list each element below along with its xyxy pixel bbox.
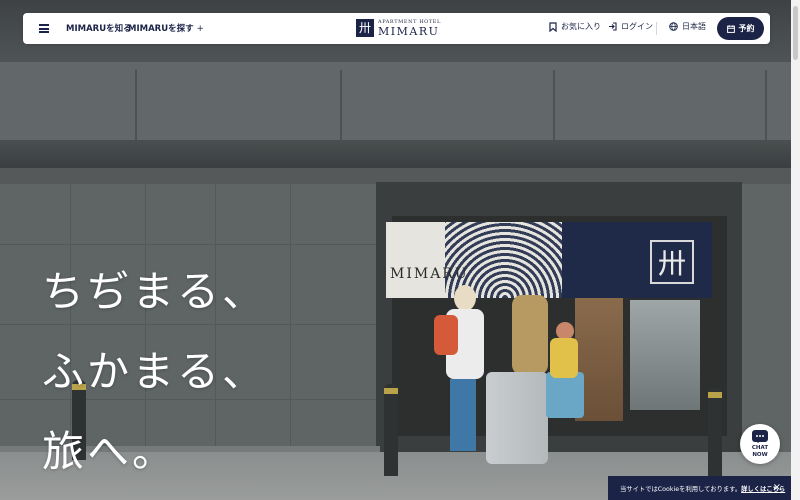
nav-about-mimaru[interactable]: MIMARUを知る bbox=[66, 22, 132, 34]
calendar-icon bbox=[726, 24, 735, 33]
reserve-button[interactable]: 予約 bbox=[717, 17, 764, 40]
noren-brand-text: MIMARU bbox=[390, 266, 469, 282]
login-label: ログイン bbox=[621, 22, 653, 31]
cookie-banner: 当サイトではCookieを利用しております。詳しくはこちら × bbox=[608, 476, 791, 500]
nav-find-mimaru[interactable]: MIMARUを探す + bbox=[128, 22, 204, 34]
tagline-line-2: ふかまる、 bbox=[42, 347, 268, 396]
logo-mark: 卅 bbox=[356, 19, 374, 37]
language-label: 日本語 bbox=[682, 22, 706, 31]
hero-tagline: ちぢまる、 ふかまる、 旅へ。 bbox=[42, 252, 267, 492]
nav-about-label: MIMARUを知る bbox=[66, 24, 132, 34]
favorites-link[interactable]: お気に入り bbox=[549, 21, 601, 32]
building-eave bbox=[0, 140, 800, 168]
noren-logo-mark: 卅 bbox=[650, 240, 694, 284]
cookie-message-text: 当サイトではCookieを利用しております。 bbox=[620, 486, 742, 493]
close-icon[interactable]: × bbox=[771, 482, 783, 494]
bollard bbox=[384, 384, 398, 476]
globe-icon bbox=[669, 22, 678, 31]
building-panels bbox=[0, 62, 800, 142]
chat-icon bbox=[752, 430, 768, 443]
login-icon bbox=[609, 22, 617, 31]
scrollbar-thumb[interactable] bbox=[793, 6, 798, 60]
traveler bbox=[434, 285, 486, 465]
menu-icon[interactable] bbox=[39, 24, 49, 33]
chat-label-line2: NOW bbox=[752, 451, 768, 458]
tagline-line-1: ちぢまる、 bbox=[42, 267, 268, 316]
child-traveler bbox=[546, 322, 584, 422]
logo-name: MIMARU bbox=[378, 25, 440, 38]
bollard bbox=[708, 388, 722, 476]
nav-find-label: MIMARUを探す bbox=[128, 24, 194, 34]
login-link[interactable]: ログイン bbox=[608, 21, 653, 32]
language-selector[interactable]: 日本語 bbox=[669, 21, 706, 32]
scrollbar-track[interactable] bbox=[791, 0, 800, 500]
bookmark-icon bbox=[549, 21, 557, 32]
reserve-label: 予約 bbox=[738, 24, 755, 33]
cookie-message: 当サイトではCookieを利用しております。詳しくはこちら bbox=[620, 484, 785, 493]
site-header: MIMARUを知る MIMARUを探す + 卅 APARTMENT HOTEL M… bbox=[23, 13, 770, 44]
chat-now-button[interactable]: CHAT NOW bbox=[740, 424, 780, 464]
suitcase bbox=[486, 372, 548, 464]
header-divider bbox=[656, 22, 657, 35]
favorites-label: お気に入り bbox=[561, 22, 601, 31]
chat-label: CHAT NOW bbox=[740, 445, 780, 458]
tagline-line-3: 旅へ。 bbox=[42, 427, 178, 476]
traveler bbox=[512, 295, 548, 375]
plus-icon: + bbox=[196, 24, 204, 34]
